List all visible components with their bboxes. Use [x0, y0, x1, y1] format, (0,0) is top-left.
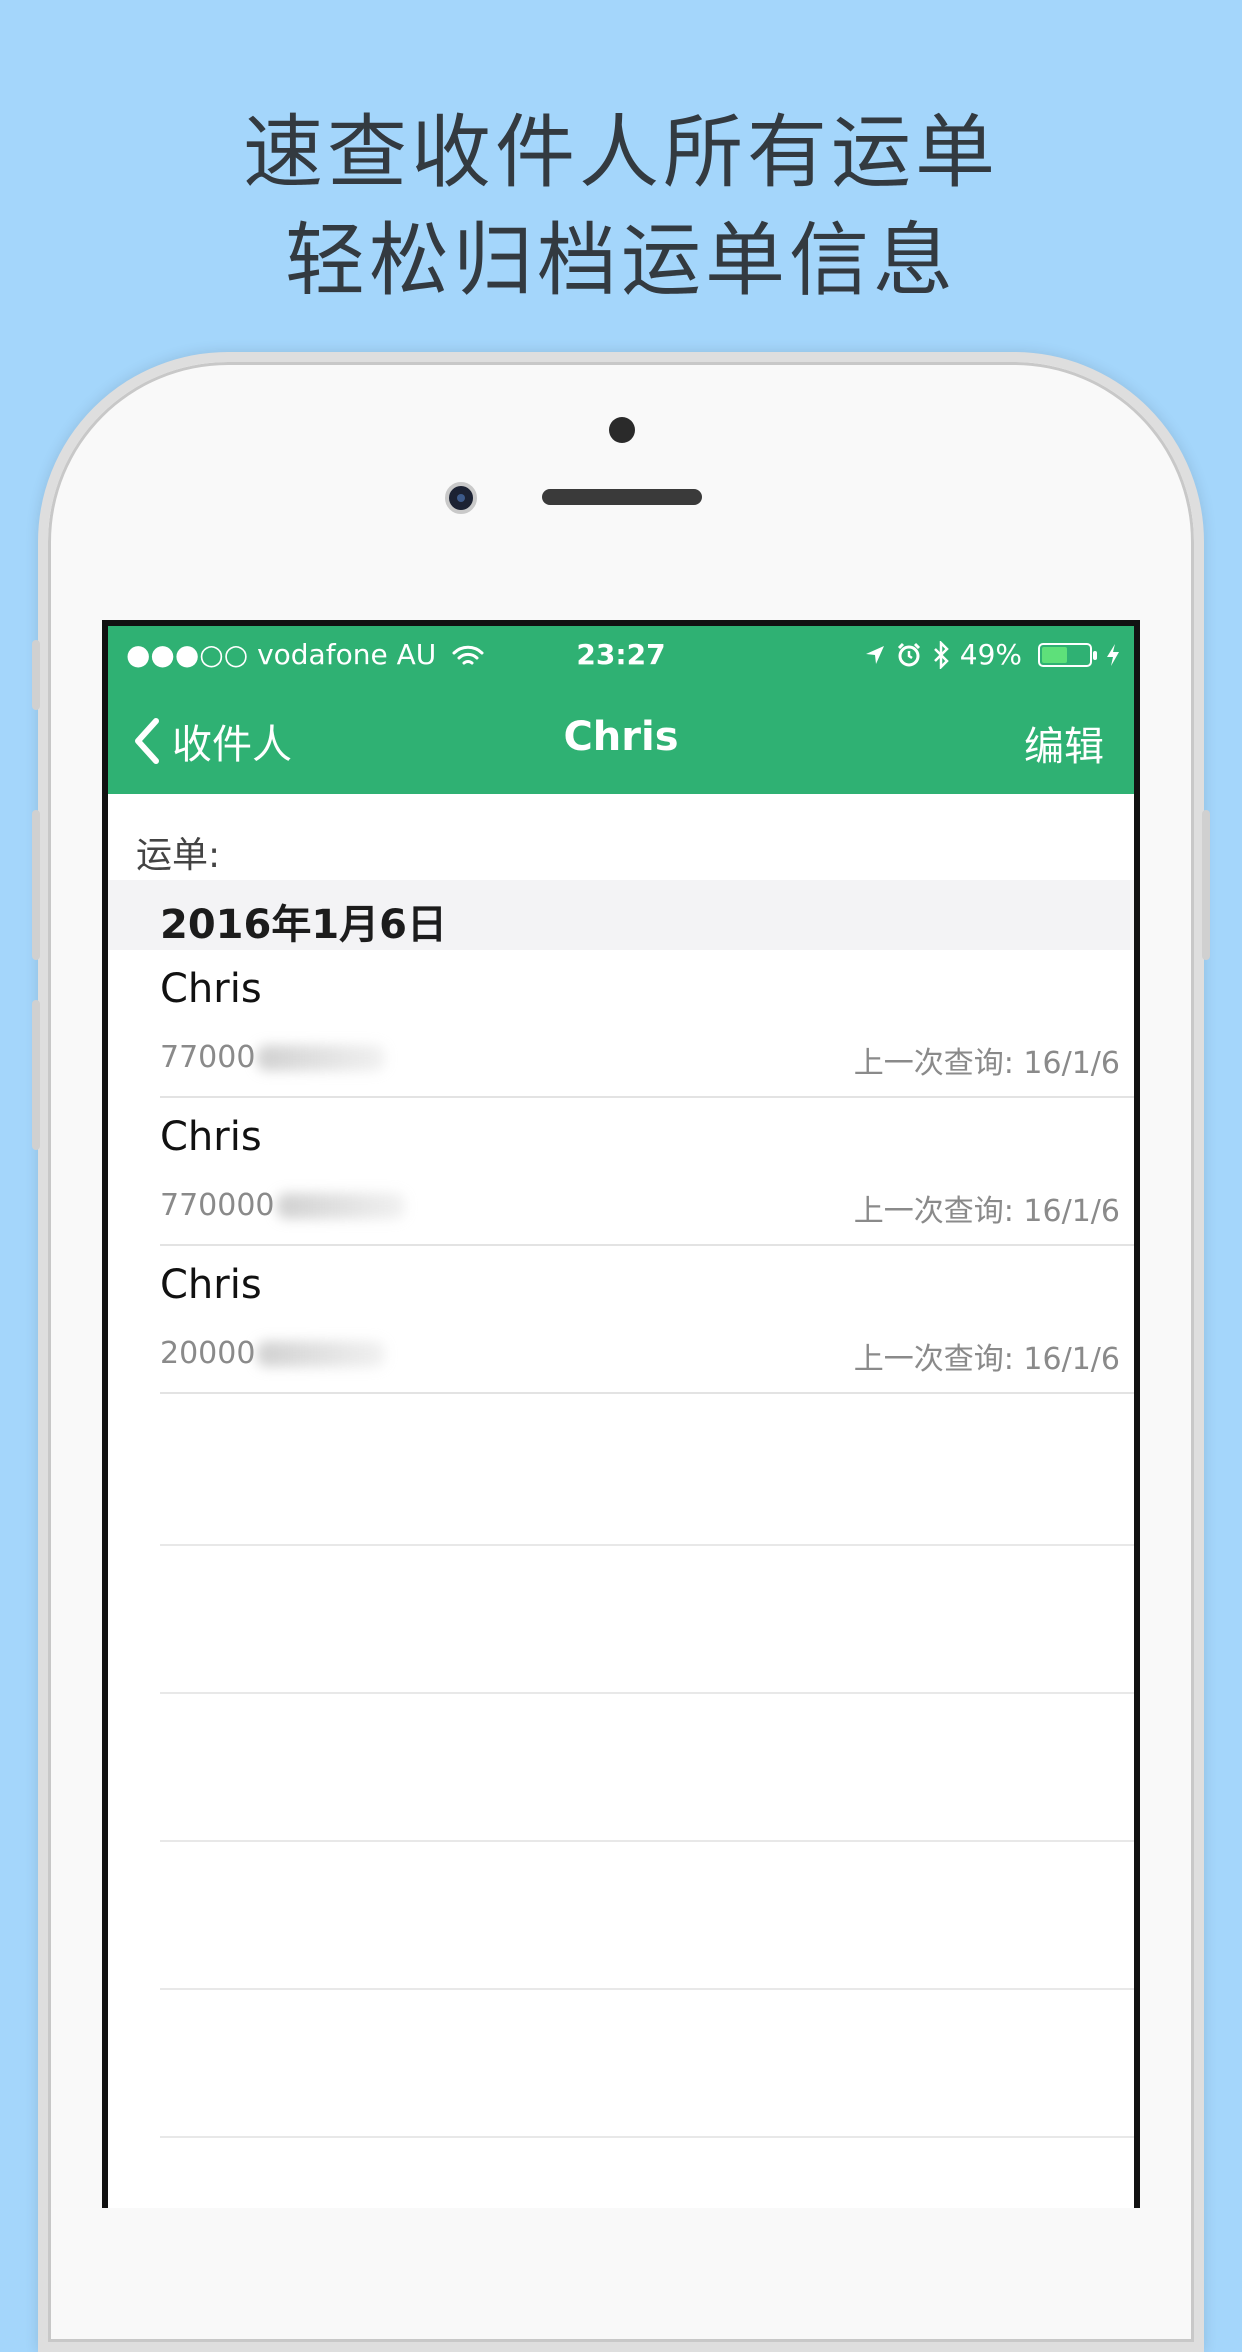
date-header-label: 2016年1月6日: [160, 902, 447, 948]
tracking-number-prefix: 77000: [160, 1040, 256, 1075]
tracking-number-redacted: [257, 1340, 386, 1367]
empty-row-divider: [160, 1692, 1134, 1694]
recipient-name: Chris: [160, 1114, 262, 1160]
navigation-bar: 收件人 Chris 编辑: [108, 684, 1134, 794]
last-query-date: 上一次查询: 16/1/6: [853, 1046, 1120, 1081]
empty-row-divider: [160, 2136, 1134, 2138]
tracking-number-prefix: 20000: [160, 1336, 256, 1371]
tracking-number: 770000: [160, 1188, 405, 1223]
shipment-list: Chris 77000 上一次查询: 16/1/6 Chris 770000 上…: [108, 950, 1134, 1394]
promo-line-1: 速查收件人所有运单: [243, 106, 999, 199]
recipient-name: Chris: [160, 1262, 262, 1308]
tracking-number-redacted: [276, 1192, 405, 1219]
empty-row-divider: [160, 1840, 1134, 1842]
status-right: 49%: [864, 638, 1120, 671]
page-title: Chris: [563, 714, 679, 760]
date-section-header: 2016年1月6日: [108, 880, 1134, 950]
mute-switch: [32, 640, 40, 710]
shipments-section-label: 运单:: [136, 835, 221, 876]
alarm-icon: [897, 642, 920, 666]
shipment-row[interactable]: Chris 770000 上一次查询: 16/1/6: [108, 1098, 1134, 1246]
volume-up-button: [32, 810, 40, 960]
location-arrow-icon: [865, 645, 884, 664]
last-query-date: 上一次查询: 16/1/6: [853, 1194, 1120, 1229]
earpiece-speaker: [542, 489, 702, 505]
charging-bolt-icon: [1107, 643, 1119, 666]
status-bar: ●●●○○ vodafone AU 23:27 49%: [108, 626, 1134, 684]
power-button: [1202, 810, 1210, 960]
tracking-number: 77000: [160, 1040, 386, 1075]
empty-row-divider: [160, 1988, 1134, 1990]
shipment-row[interactable]: Chris 77000 上一次查询: 16/1/6: [108, 950, 1134, 1098]
tracking-number-redacted: [257, 1044, 386, 1071]
front-camera: [445, 482, 477, 514]
promo-line-2: 轻松归档运单信息: [285, 214, 957, 307]
row-divider: [160, 1392, 1134, 1394]
phone-screen: ●●●○○ vodafone AU 23:27 49% 收件人 Chris 编辑…: [102, 620, 1140, 2208]
volume-down-button: [32, 1000, 40, 1150]
battery-percent: 49%: [959, 638, 1022, 671]
last-query-date: 上一次查询: 16/1/6: [853, 1342, 1120, 1377]
tracking-number-prefix: 770000: [160, 1188, 275, 1223]
proximity-sensor: [609, 417, 635, 443]
battery-icon: [1038, 642, 1097, 667]
shipment-row[interactable]: Chris 20000 上一次查询: 16/1/6: [108, 1246, 1134, 1394]
edit-button[interactable]: 编辑: [1024, 714, 1104, 772]
bluetooth-icon: [933, 640, 949, 669]
empty-row-divider: [160, 1544, 1134, 1546]
recipient-name: Chris: [160, 966, 262, 1012]
tracking-number: 20000: [160, 1336, 386, 1371]
